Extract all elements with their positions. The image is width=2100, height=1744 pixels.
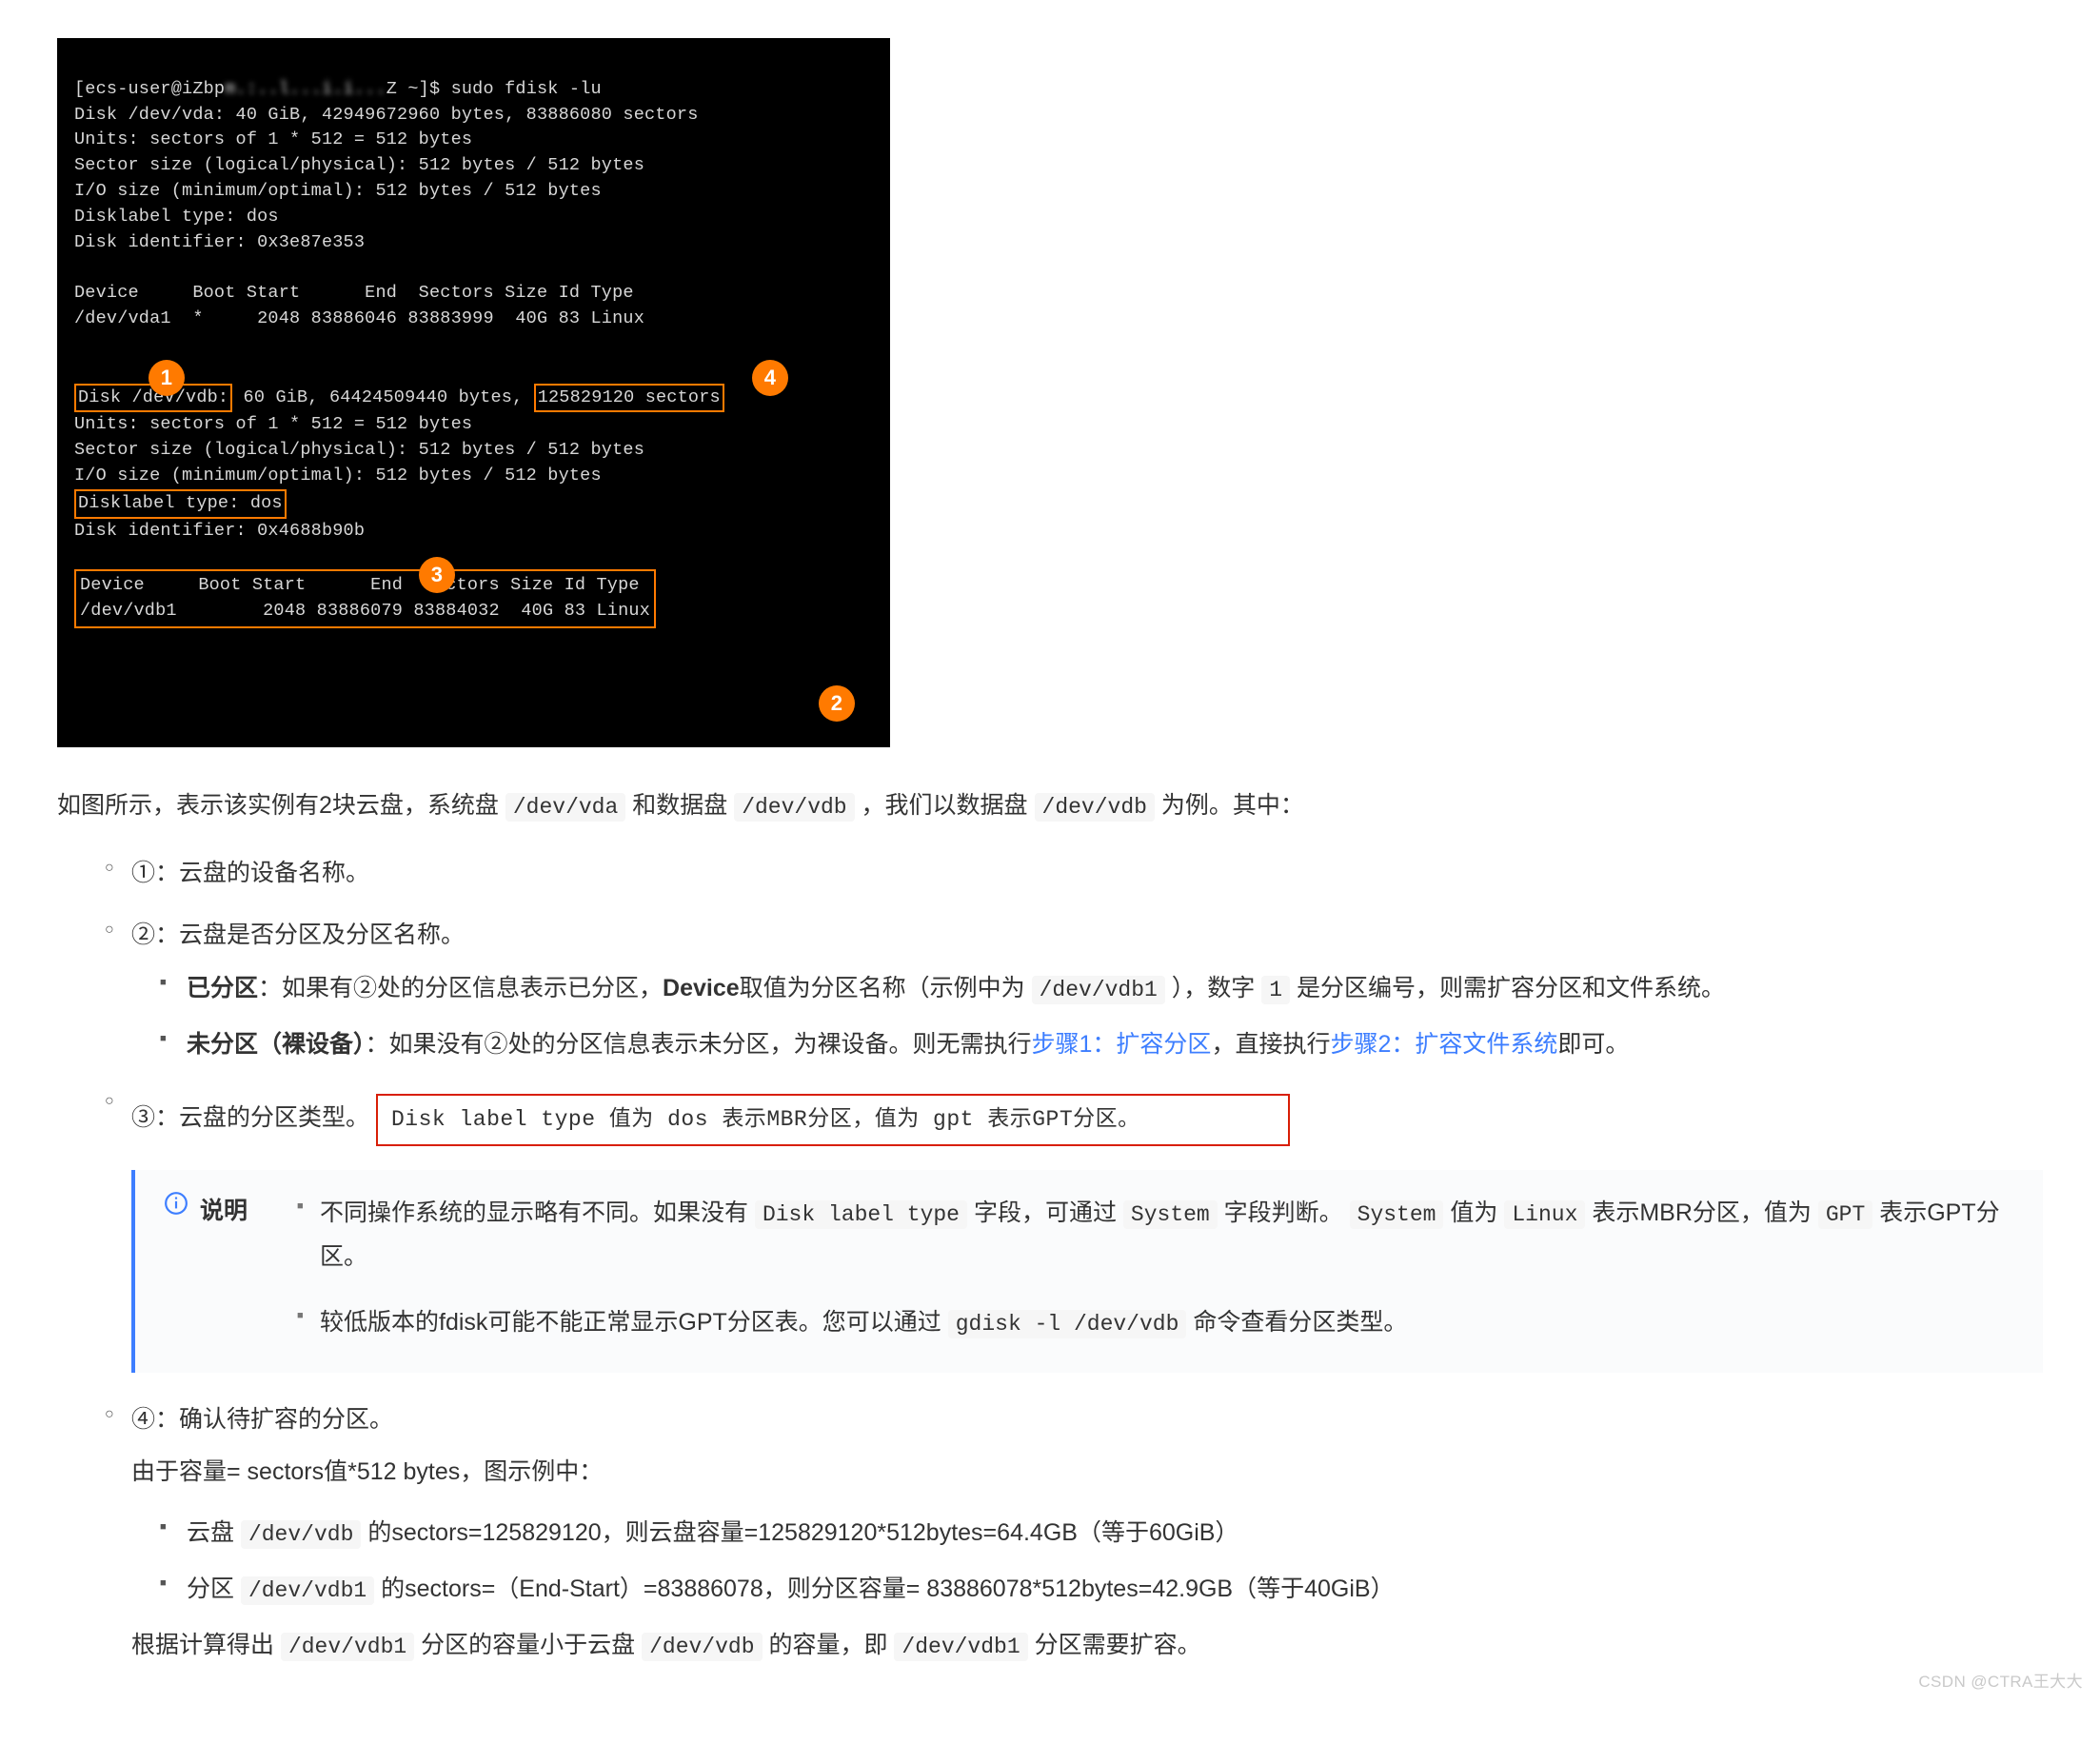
marker-4: 4	[752, 360, 788, 396]
watermark: CSDN @CTRA王大大	[1918, 1669, 2083, 1696]
bullet-2b: 未分区（裸设备）：如果没有②处的分区信息表示未分区，为裸设备。则无需执行步骤1：…	[160, 1024, 2043, 1065]
term-line: Sector size (logical/physical): 512 byte…	[74, 155, 644, 175]
bullet-4-conclusion: 根据计算得出 /dev/vdb1 分区的容量小于云盘 /dev/vdb 的容量，…	[131, 1625, 2043, 1666]
bullet-4-sub: 由于容量= sectors值*512 bytes，图示例中：	[131, 1452, 2043, 1493]
note-item-1: 不同操作系统的显示略有不同。如果没有 Disk label type 字段，可通…	[297, 1191, 2014, 1279]
bullet-1: ①：云盘的设备名称。	[105, 853, 2043, 894]
term-line: Z ~]$ sudo fdisk -lu	[386, 79, 602, 99]
term-line: I/O size (minimum/optimal): 512 bytes / …	[74, 466, 602, 486]
note-item-2: 较低版本的fdisk可能不能正常显示GPT分区表。您可以通过 gdisk -l …	[297, 1300, 2014, 1345]
bullet-4: ④：确认待扩容的分区。 由于容量= sectors值*512 bytes，图示例…	[105, 1399, 2043, 1666]
term-line: Disk identifier: 0x4688b90b	[74, 521, 365, 541]
info-icon	[164, 1191, 188, 1216]
bullet-2: ②：云盘是否分区及分区名称。 已分区：如果有②处的分区信息表示已分区，Devic…	[105, 915, 2043, 1065]
highlight-partition: Device Boot Start End Sectors Size Id Ty…	[74, 569, 656, 628]
term-line: Units: sectors of 1 * 512 = 512 bytes	[74, 129, 472, 149]
code-vda: /dev/vda	[505, 793, 625, 822]
marker-1: 1	[149, 360, 185, 396]
term-line: Disk identifier: 0x3e87e353	[74, 232, 365, 252]
highlight-sectors: 125829120 sectors	[534, 384, 724, 413]
intro-text: 如图所示，表示该实例有2块云盘，系统盘 /dev/vda 和数据盘 /dev/v…	[57, 785, 2043, 826]
note-title: 说明	[164, 1191, 297, 1365]
term-line: Device Boot Start End Sectors Size Id Ty…	[74, 283, 634, 303]
bullet-4a: 云盘 /dev/vdb 的sectors=125829120，则云盘容量=125…	[160, 1513, 2043, 1554]
highlight-disklabel: Disklabel type: dos	[74, 489, 287, 519]
term-line: I/O size (minimum/optimal): 512 bytes / …	[74, 181, 602, 201]
bullet-4b: 分区 /dev/vdb1 的sectors=（End-Start）=838860…	[160, 1569, 2043, 1610]
marker-3: 3	[419, 557, 455, 593]
terminal-screenshot: [ecs-user@iZbpm.:..l...i.i...Z ~]$ sudo …	[57, 38, 890, 747]
term-line: /dev/vda1 * 2048 83886046 83883999 40G 8…	[74, 308, 644, 328]
bullet-3: ③：云盘的分区类型。 Disk label type 值为 dos 表示MBR分…	[105, 1086, 2043, 1146]
note-box: 说明 不同操作系统的显示略有不同。如果没有 Disk label type 字段…	[131, 1170, 2043, 1373]
code-vdb: /dev/vdb	[734, 793, 854, 822]
term-line: Disklabel type: dos	[74, 207, 279, 227]
term-line: [ecs-user@iZbp	[74, 79, 225, 99]
link-step1[interactable]: 步骤1：扩容分区	[1032, 1031, 1212, 1058]
link-step2[interactable]: 步骤2：扩容文件系统	[1330, 1031, 1557, 1058]
term-line: Units: sectors of 1 * 512 = 512 bytes	[74, 414, 472, 434]
term-line: Sector size (logical/physical): 512 byte…	[74, 440, 644, 460]
red-callout: Disk label type 值为 dos 表示MBR分区，值为 gpt 表示…	[376, 1094, 1290, 1146]
code-vdb2: /dev/vdb	[1035, 793, 1155, 822]
bullet-2a: 已分区：如果有②处的分区信息表示已分区，Device取值为分区名称（示例中为 /…	[160, 968, 2043, 1009]
term-blur: m.:..l...i.i...	[225, 79, 386, 99]
term-line: Disk /dev/vda: 40 GiB, 42949672960 bytes…	[74, 105, 699, 125]
marker-2: 2	[819, 685, 855, 722]
